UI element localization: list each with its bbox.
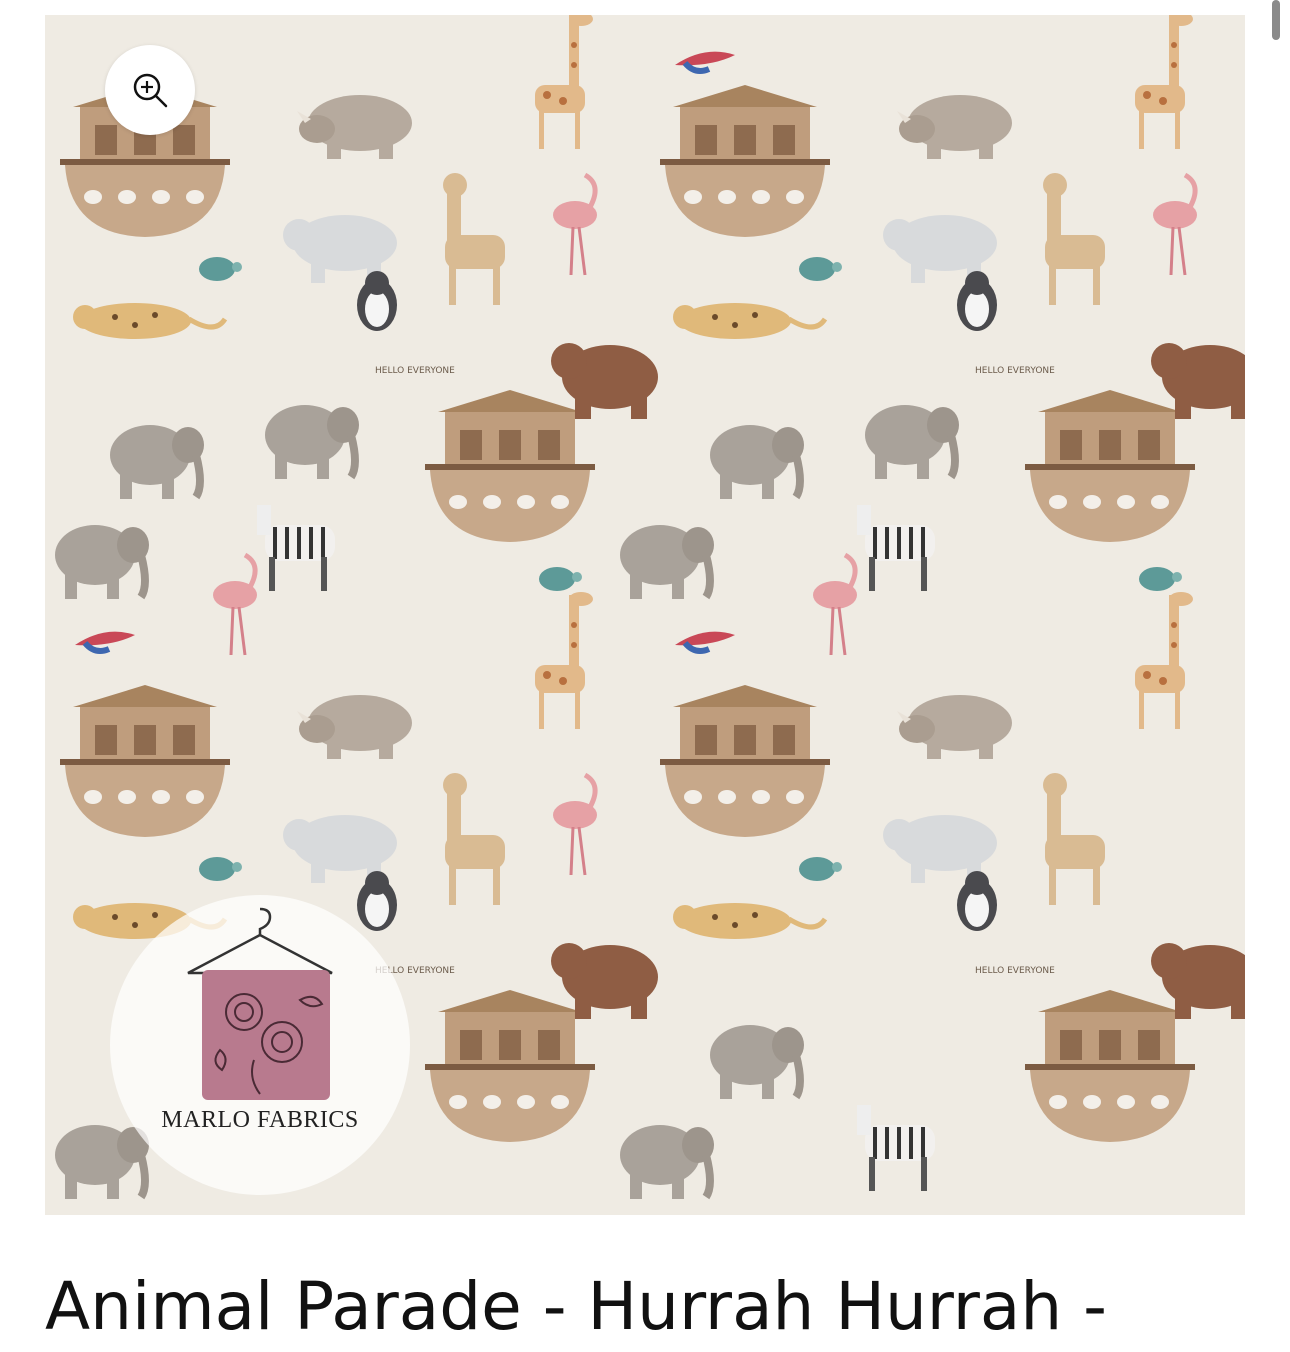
watermark-logo-card [202,970,330,1100]
zoom-in-icon [133,73,168,108]
watermark-brand-text: MARLO FABRICS [161,1107,359,1133]
brand-watermark: MARLO FABRICS [110,895,410,1195]
product-image[interactable]: HELLO EVERYONE HELLO EVERYONE HELLO EVER… [45,15,1245,1215]
rose-illustration-icon [214,993,324,1095]
zoom-button[interactable] [105,45,195,135]
svg-text:HELLO EVERYONE: HELLO EVERYONE [375,366,455,376]
scrollbar-thumb[interactable] [1272,0,1280,40]
svg-text:HELLO EVERYONE: HELLO EVERYONE [975,966,1055,976]
product-title: Animal Parade - Hurrah Hurrah - [45,1268,1107,1345]
svg-text:HELLO EVERYONE: HELLO EVERYONE [975,366,1055,376]
